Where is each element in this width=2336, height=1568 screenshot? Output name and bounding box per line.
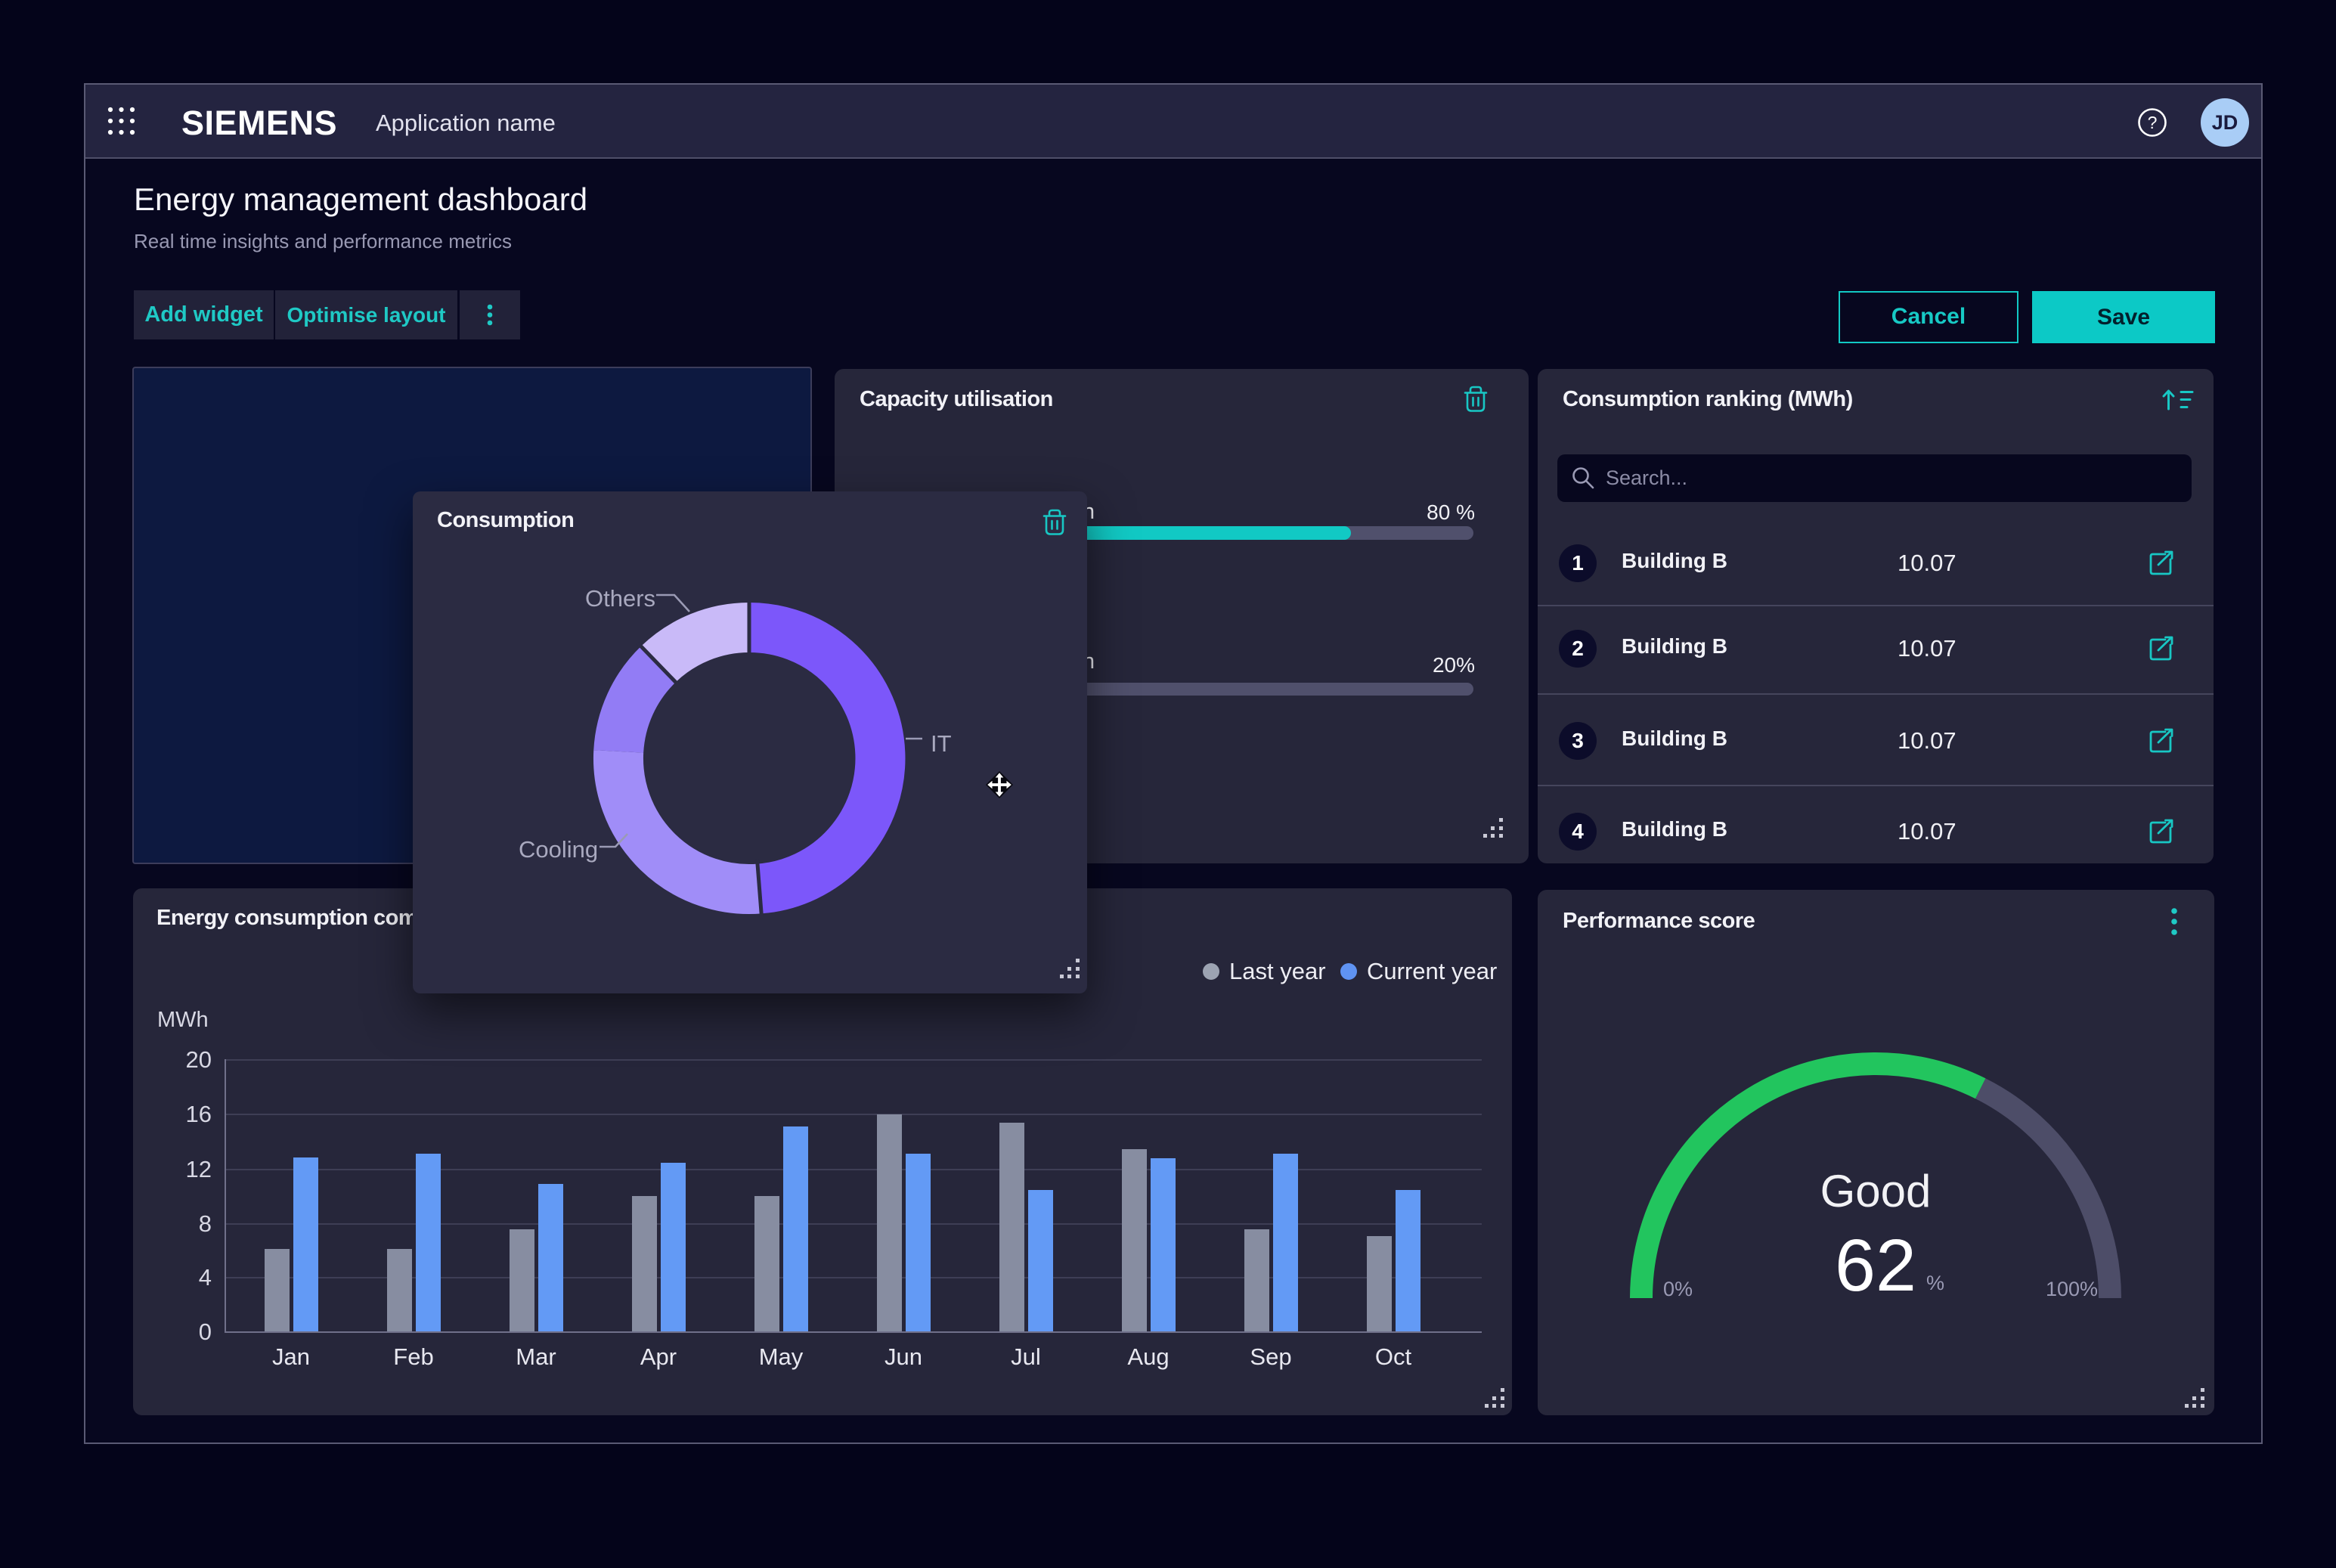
svg-text:?: ? bbox=[2148, 113, 2158, 132]
